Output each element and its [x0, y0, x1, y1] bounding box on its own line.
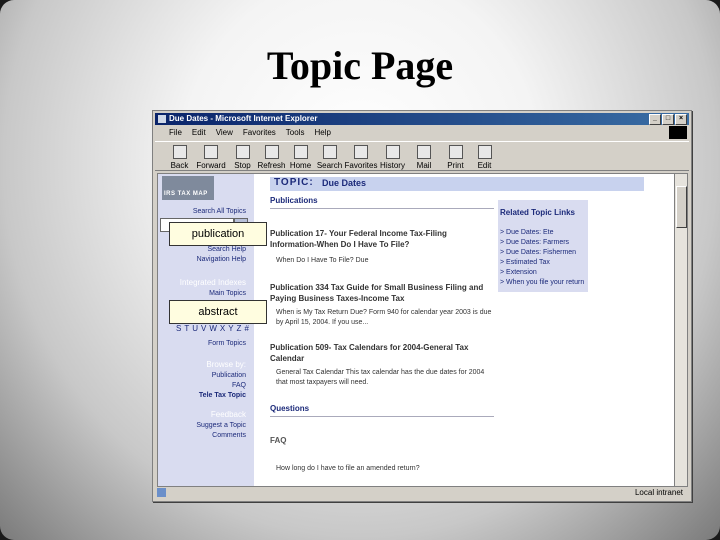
menu-favorites[interactable]: Favorites	[243, 127, 276, 139]
divider	[270, 416, 494, 417]
vertical-scrollbar[interactable]	[674, 173, 688, 487]
favorites-button[interactable]: Favorites	[344, 142, 378, 170]
related-link[interactable]: > Extension	[500, 268, 584, 278]
history-icon	[385, 145, 400, 159]
edit-icon	[477, 145, 492, 159]
stop-icon	[235, 145, 250, 159]
mail-icon	[417, 145, 431, 159]
print-button[interactable]: Print	[441, 142, 470, 170]
forward-label: Forward	[196, 161, 226, 170]
refresh-label: Refresh	[257, 161, 286, 170]
forward-button[interactable]: Forward	[194, 142, 228, 170]
window-titlebar: Due Dates - Microsoft Internet Explorer …	[155, 113, 689, 125]
page-viewport: IRS TAX MAP Search All Topics Search Hel…	[157, 173, 675, 487]
print-label: Print	[447, 161, 464, 170]
related-topics-title: Related Topic Links	[500, 208, 575, 217]
menu-help[interactable]: Help	[314, 127, 330, 139]
feedback-heading: Feedback	[210, 410, 246, 419]
refresh-icon	[264, 145, 279, 159]
stop-label: Stop	[234, 161, 251, 170]
mail-button[interactable]: Mail	[407, 142, 441, 170]
menu-bar: File Edit View Favorites Tools Help	[155, 127, 689, 139]
slide-title: Topic Page	[266, 43, 454, 88]
related-link[interactable]: > Due Dates: Farmers	[500, 238, 584, 248]
browse-faq-link[interactable]: FAQ	[232, 382, 246, 389]
print-icon	[448, 145, 463, 159]
logo-text: IRS TAX MAP	[164, 191, 208, 197]
close-icon[interactable]: ×	[675, 114, 687, 125]
related-topics-box: Related Topic Links > Due Dates: Ete > D…	[498, 200, 588, 292]
history-label: History	[380, 161, 405, 170]
menu-view[interactable]: View	[216, 127, 233, 139]
window-title: Due Dates - Microsoft Internet Explorer	[169, 114, 318, 123]
forward-icon	[204, 145, 218, 159]
stop-button[interactable]: Stop	[228, 142, 257, 170]
slide: Topic Page Due Dates - Microsoft Interne…	[0, 0, 720, 540]
menu-file[interactable]: File	[169, 127, 182, 139]
back-label: Back	[170, 161, 189, 170]
publication-callout: publication	[169, 222, 267, 246]
menu-tools[interactable]: Tools	[286, 127, 305, 139]
browse-by-heading: Browse by:	[206, 360, 246, 369]
toolbar: Back Forward Stop Refresh Home Search Fa…	[155, 141, 689, 171]
minimize-icon[interactable]: _	[649, 114, 661, 125]
questions-heading: Questions	[270, 404, 310, 413]
pub-509-abstract[interactable]: General Tax Calendar This tax calendar h…	[276, 368, 486, 388]
back-icon	[172, 145, 187, 159]
mail-label: Mail	[416, 161, 432, 170]
back-button[interactable]: Back	[165, 142, 194, 170]
suggest-topic-link[interactable]: Suggest a Topic	[196, 422, 246, 429]
form-topics-link[interactable]: Form Topics	[208, 340, 246, 347]
publications-heading: Publications	[270, 196, 318, 205]
home-label: Home	[289, 161, 312, 170]
maximize-icon[interactable]: □	[662, 114, 674, 125]
integrated-indexes-heading: Integrated Indexes	[179, 278, 246, 287]
edit-label: Edit	[477, 161, 492, 170]
faq-heading: FAQ	[270, 436, 287, 445]
related-link[interactable]: > Estimated Tax	[500, 258, 584, 268]
search-help-link[interactable]: Search Help	[207, 246, 246, 253]
abstract-callout: abstract	[169, 300, 267, 324]
zone-label: Local intranet	[634, 488, 683, 497]
home-button[interactable]: Home	[286, 142, 315, 170]
menu-edit[interactable]: Edit	[192, 127, 206, 139]
refresh-button[interactable]: Refresh	[257, 142, 286, 170]
search-icon	[322, 145, 337, 159]
windows-logo-icon	[669, 126, 687, 139]
scroll-thumb[interactable]	[676, 186, 687, 228]
related-link[interactable]: > Due Dates: Fishermen	[500, 248, 584, 258]
related-link[interactable]: > When you file your return	[500, 278, 584, 288]
home-icon	[293, 145, 308, 159]
browse-publication-link[interactable]: Publication	[212, 372, 246, 379]
pub-334-abstract[interactable]: When is My Tax Return Due? Form 940 for …	[276, 308, 496, 328]
related-link[interactable]: > Due Dates: Ete	[500, 228, 584, 238]
comments-link[interactable]: Comments	[212, 432, 246, 439]
history-button[interactable]: History	[378, 142, 407, 170]
main-topics-link[interactable]: Main Topics	[209, 290, 246, 297]
edit-button[interactable]: Edit	[470, 142, 499, 170]
favorites-label: Favorites	[344, 161, 378, 170]
ie-icon	[158, 115, 166, 123]
topic-name: Due Dates	[322, 178, 367, 188]
navigation-help-link[interactable]: Navigation Help	[197, 256, 246, 263]
page-icon	[157, 488, 166, 497]
search-all-topics-label: Search All Topics	[192, 208, 246, 215]
favorites-icon	[354, 145, 368, 159]
divider	[270, 208, 494, 209]
status-bar: Local intranet	[155, 487, 689, 499]
search-label: Search	[316, 161, 343, 170]
topic-bar: TOPIC: Due Dates	[270, 177, 644, 191]
pub-17-link[interactable]: Publication 17- Your Federal Income Tax-…	[270, 228, 490, 250]
browse-teletax-link[interactable]: Tele Tax Topic	[199, 392, 246, 399]
faq-item-link[interactable]: How long do I have to file an amended re…	[276, 464, 496, 474]
topic-label: TOPIC:	[274, 177, 314, 188]
search-button[interactable]: Search	[315, 142, 344, 170]
pub-334-link[interactable]: Publication 334 Tax Guide for Small Busi…	[270, 282, 490, 304]
alphabet-index[interactable]: STUVWXYZ#	[176, 324, 252, 333]
pub-509-link[interactable]: Publication 509- Tax Calendars for 2004-…	[270, 342, 490, 364]
left-nav: IRS TAX MAP Search All Topics Search Hel…	[158, 174, 254, 486]
pub-17-abstract[interactable]: When Do I Have To File? Due	[276, 256, 486, 266]
